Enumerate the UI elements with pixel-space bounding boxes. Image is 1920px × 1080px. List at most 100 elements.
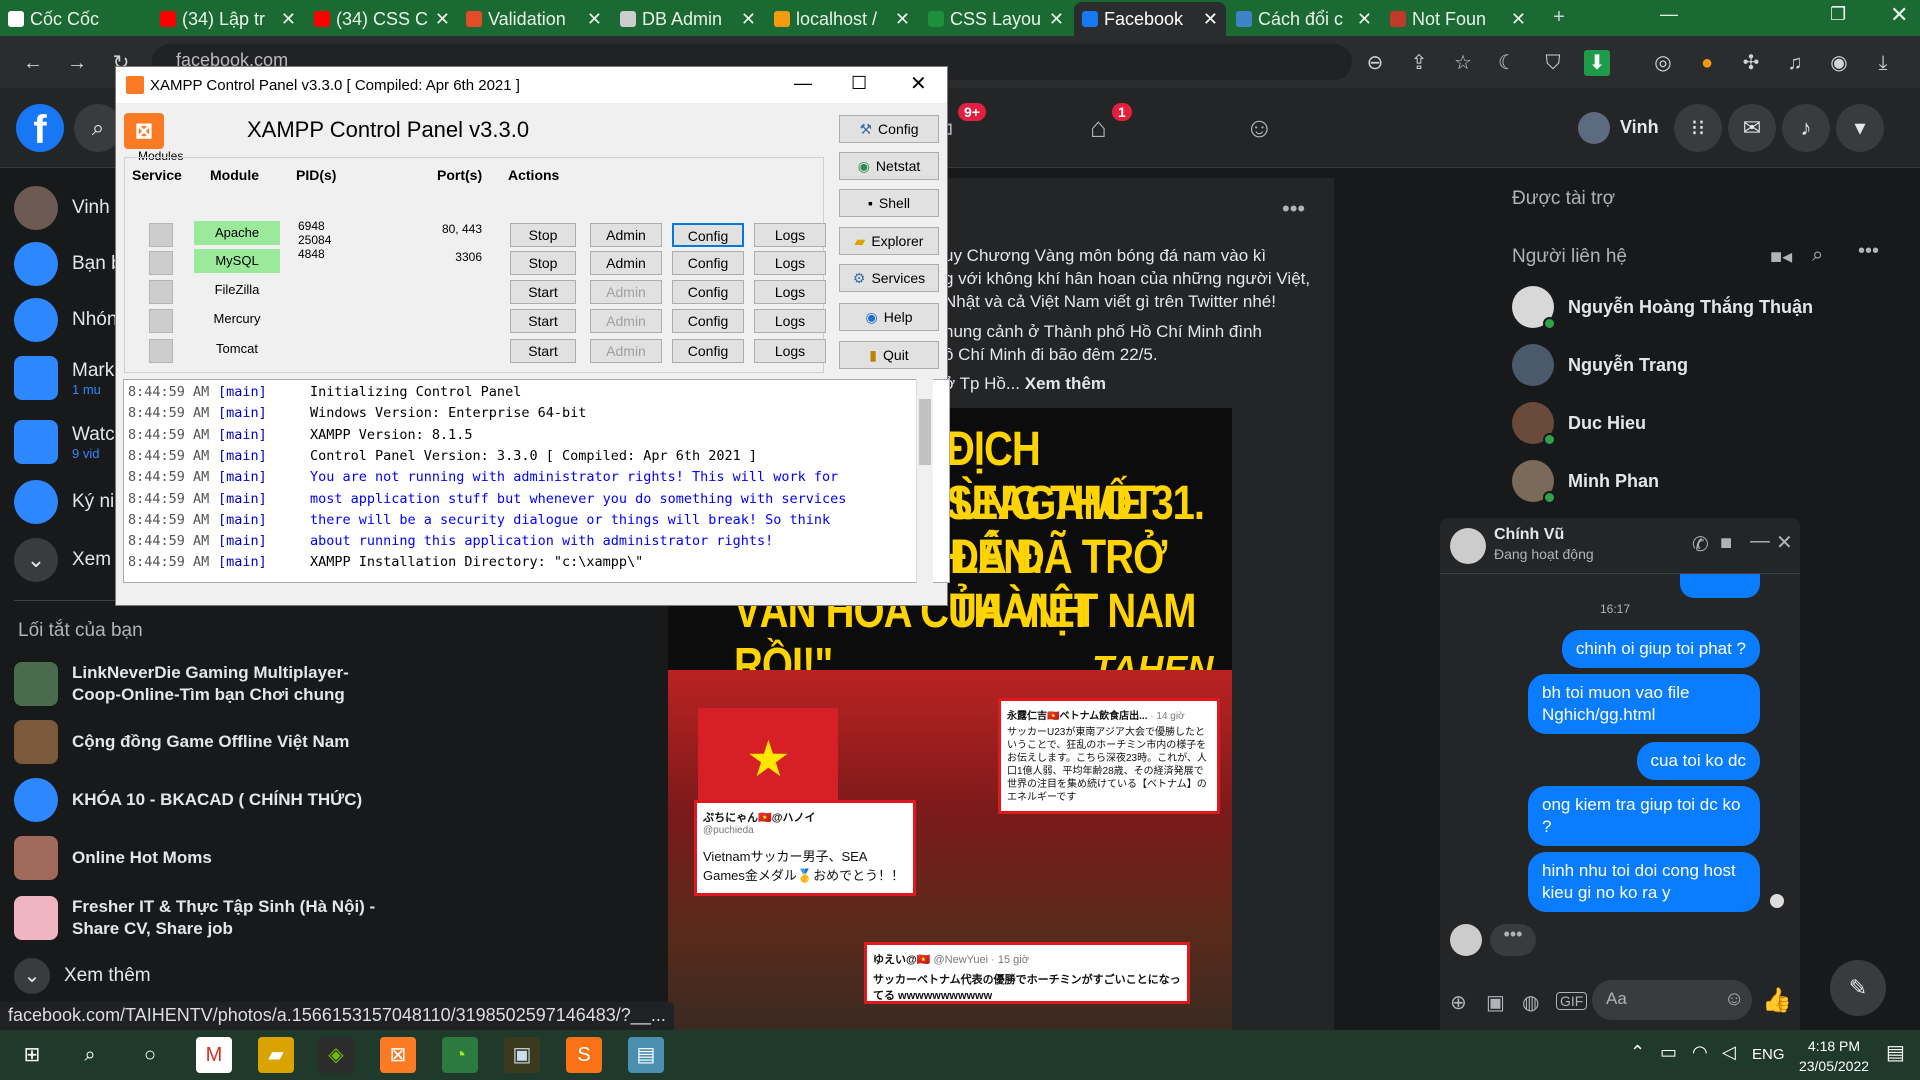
tab-close-icon[interactable]: ✕ [895, 9, 910, 30]
xampp-maximize-icon[interactable]: ☐ [851, 73, 867, 94]
maximize-window-icon[interactable]: ❐ [1830, 4, 1846, 25]
minimize-chat-icon[interactable]: — [1750, 530, 1770, 553]
scrollbar-thumb[interactable] [919, 399, 931, 465]
module-admin-button[interactable]: Admin [590, 309, 662, 333]
log-panel[interactable]: 8:44:59 AM [main] Initializing Control Pan… [123, 379, 950, 583]
sidebar-item-memories[interactable]: Ký niệ [14, 480, 125, 524]
tab-4[interactable]: DB Admin ✕ [612, 4, 764, 34]
module-admin-button[interactable]: Admin [590, 223, 662, 247]
groups-icon[interactable]: ☺ [1245, 112, 1274, 144]
sticker-icon[interactable]: ◍ [1522, 990, 1539, 1015]
close-chat-icon[interactable]: ✕ [1776, 530, 1793, 555]
tray-chevron-up-icon[interactable]: ⌃ [1630, 1042, 1645, 1063]
tab-close-icon[interactable]: ✕ [1511, 9, 1526, 30]
module-config-button[interactable]: Config [672, 251, 744, 275]
profile-icon[interactable]: ◉ [1826, 50, 1852, 76]
contacts-options-icon[interactable]: ••• [1858, 240, 1879, 263]
module-config-button[interactable]: Config [672, 339, 744, 363]
module-start-button[interactable]: Start [510, 309, 576, 333]
facebook-logo[interactable]: f [16, 104, 64, 152]
tab-close-icon[interactable]: ✕ [587, 9, 602, 30]
notepad-icon[interactable]: ▤ [628, 1037, 664, 1073]
side-config-button[interactable]: ⚒ Config [839, 115, 939, 143]
account-chevron-down-icon[interactable]: ▾ [1836, 104, 1884, 152]
minimize-window-icon[interactable]: — [1660, 4, 1678, 25]
tab-6[interactable]: CSS Layou ✕ [920, 4, 1072, 34]
module-config-button[interactable]: Config [672, 223, 744, 247]
xampp-minimize-icon[interactable]: — [794, 73, 812, 94]
sidebar-item-groups[interactable]: Nhón [14, 298, 117, 342]
shield-icon[interactable]: ⛉ [1540, 50, 1566, 76]
module-admin-button[interactable]: Admin [590, 280, 662, 304]
module-logs-button[interactable]: Logs [754, 309, 826, 333]
shortcut-item[interactable]: KHÓA 10 - BKACAD ( CHÍNH THỨC) [14, 778, 362, 822]
service-checkbox[interactable] [149, 309, 173, 333]
extensions-puzzle-icon[interactable]: ✣ [1738, 50, 1764, 76]
module-logs-button[interactable]: Logs [754, 223, 826, 247]
battery-icon[interactable]: ▭ [1660, 1042, 1677, 1063]
zoom-out-icon[interactable]: ⊖ [1362, 50, 1388, 76]
game-app-icon[interactable]: ▣ [504, 1037, 540, 1073]
module-logs-button[interactable]: Logs [754, 280, 826, 304]
shortcut-item[interactable]: Cộng đồng Game Offline Việt Nam [14, 720, 349, 764]
service-checkbox[interactable] [149, 280, 173, 304]
post-options-icon[interactable]: ••• [1282, 196, 1305, 222]
messenger-icon[interactable]: ✉ [1728, 104, 1776, 152]
contact-item[interactable]: Nguyễn Trang [1512, 344, 1688, 386]
tab-2[interactable]: (34) CSS C ✕ [306, 4, 458, 34]
search-contacts-icon[interactable]: ⌕ [1812, 244, 1823, 267]
module-admin-button[interactable]: Admin [590, 251, 662, 275]
tab-9[interactable]: Not Foun ✕ [1382, 4, 1534, 34]
module-logs-button[interactable]: Logs [754, 251, 826, 275]
marketplace-icon[interactable]: ⌂ [1090, 112, 1107, 144]
tab-1[interactable]: (34) Lập tr ✕ [152, 4, 304, 34]
module-stop-button[interactable]: Stop [510, 251, 576, 275]
contact-item[interactable]: Duc Hieu [1512, 402, 1646, 446]
sublime-text-icon[interactable]: S [566, 1037, 602, 1073]
dark-mode-icon[interactable]: ☾ [1494, 50, 1520, 76]
module-config-button[interactable]: Config [672, 309, 744, 333]
notifications-bell-icon[interactable]: ♪ [1782, 104, 1830, 152]
sidebar-item-marketplace[interactable]: Marke 1 mu [14, 356, 125, 400]
chat-contact-name[interactable]: Chính Vũ [1494, 526, 1564, 544]
side-quit-button[interactable]: ▮ Quit [839, 341, 939, 369]
volume-icon[interactable]: ◁ [1722, 1042, 1736, 1063]
shortcut-item[interactable]: Fresher IT & Thực Tập Sinh (Hà Nội) - Sh… [14, 896, 394, 940]
service-checkbox[interactable] [149, 339, 173, 363]
tab-close-icon[interactable]: ✕ [1203, 9, 1218, 30]
downloads-icon[interactable]: ⤓ [1870, 50, 1896, 76]
video-call-icon[interactable]: ■ [1720, 532, 1732, 555]
side-services-button[interactable]: ⚙ Services [839, 264, 939, 292]
close-window-icon[interactable]: ✕ [1890, 2, 1908, 28]
new-tab-button[interactable]: + [1546, 4, 1572, 30]
extension-coccoc-icon[interactable]: ● [1694, 50, 1720, 76]
gif-icon[interactable]: GIF [1556, 992, 1588, 1010]
cortana-icon[interactable]: ○ [132, 1037, 168, 1073]
gmail-icon[interactable]: M [196, 1037, 232, 1073]
shortcuts-see-more[interactable]: ⌄ Xem thêm [14, 958, 151, 994]
module-start-button[interactable]: Start [510, 339, 576, 363]
back-icon[interactable]: ← [20, 50, 46, 76]
shortcut-item[interactable]: Online Hot Moms [14, 836, 212, 880]
new-room-video-icon[interactable]: ■◂ [1770, 244, 1792, 269]
wifi-icon[interactable]: ◠ [1692, 1042, 1708, 1063]
profile-name[interactable]: Vinh [1620, 117, 1659, 138]
forward-icon[interactable]: → [64, 50, 90, 76]
module-logs-button[interactable]: Logs [754, 339, 826, 363]
tab-0[interactable]: Cốc Cốc [0, 4, 152, 34]
tab-8[interactable]: Cách đổi c ✕ [1228, 4, 1380, 34]
sidebar-item-see-more[interactable]: ⌄ Xem t [14, 538, 122, 582]
bookmark-star-icon[interactable]: ☆ [1450, 50, 1476, 76]
module-admin-button[interactable]: Admin [590, 339, 662, 363]
tab-close-icon[interactable]: ✕ [281, 9, 296, 30]
sidebar-item-profile[interactable]: Vinh [14, 186, 110, 230]
new-message-icon[interactable]: ✎ [1830, 960, 1886, 1016]
tab-3[interactable]: Validation ✕ [458, 4, 610, 34]
notification-center-icon[interactable]: ▤ [1886, 1040, 1905, 1065]
attach-image-icon[interactable]: ▣ [1486, 990, 1505, 1015]
module-start-button[interactable]: Start [510, 280, 576, 304]
log-scrollbar[interactable] [916, 379, 933, 583]
clock[interactable]: 4:18 PM 23/05/2022 [1794, 1036, 1874, 1076]
module-config-button[interactable]: Config [672, 280, 744, 304]
file-explorer-icon[interactable]: ▰ [258, 1037, 294, 1073]
